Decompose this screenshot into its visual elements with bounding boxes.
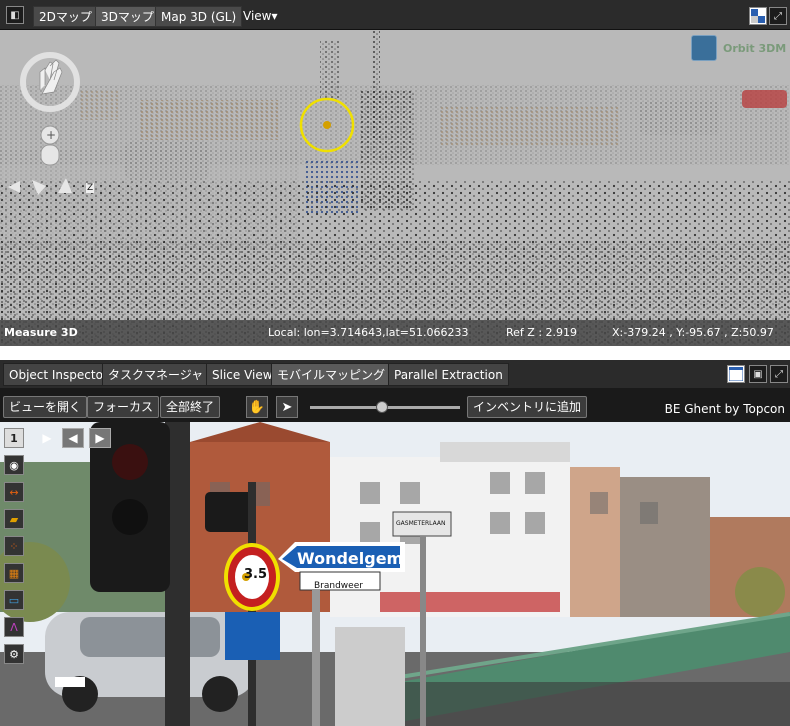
panel-divider[interactable] xyxy=(0,346,790,360)
tab-object-inspector[interactable]: Object Inspector xyxy=(3,363,114,386)
orbit-logo: Orbit 3DM xyxy=(691,35,786,61)
point-cloud-view[interactable]: + Z Orbit 3DM xyxy=(0,30,790,346)
grid-points-icon[interactable]: ⁘ xyxy=(4,536,24,556)
focus-button[interactable]: フォーカス xyxy=(87,396,160,418)
point-cloud-canvas[interactable]: + xyxy=(0,30,790,346)
direction-sign-text: Wondelgem xyxy=(297,549,404,568)
panel-toggle-icon[interactable]: ◧ xyxy=(6,6,24,24)
screen-capture-icon[interactable]: ▭ xyxy=(4,590,24,610)
orbit-logo-icon xyxy=(691,35,717,61)
play-icon[interactable]: ▶ xyxy=(36,428,58,448)
open-view-button[interactable]: ビューを開く xyxy=(3,396,88,418)
view-menu[interactable]: View▾ xyxy=(243,6,278,27)
camera-icon[interactable]: ◉ xyxy=(4,455,24,475)
tab-2d-map[interactable]: 2Dマップ xyxy=(33,6,98,27)
status-bar: Measure 3D Local: lon=3.714643,lat=51.06… xyxy=(0,320,790,346)
settings-gear-icon[interactable]: ⚙ xyxy=(4,644,24,664)
frame-number-button[interactable]: 1 xyxy=(4,428,24,448)
tab-mobile-mapping[interactable]: モバイルマッピング xyxy=(271,363,392,386)
tab-task-manager[interactable]: タスクマネージャ xyxy=(102,363,210,386)
status-local: Local: lon=3.714643,lat=51.066233 xyxy=(268,326,469,339)
svg-text:+: + xyxy=(46,128,56,142)
layout-icon[interactable] xyxy=(749,7,767,25)
next-frame-icon[interactable]: ▶ xyxy=(89,428,111,448)
layout-icon-graphic xyxy=(751,9,765,23)
fullscreen-icon[interactable]: ⤢ xyxy=(769,7,787,25)
tab-map-3d-gl[interactable]: Map 3D (GL) xyxy=(155,6,243,27)
panel-tabs: Object Inspector タスクマネージャ Slice View モバイ… xyxy=(0,360,790,388)
status-ref-z: Ref Z : 2.919 xyxy=(506,326,578,339)
measure-distance-icon[interactable]: ↔ xyxy=(4,482,24,502)
multi-select-icon[interactable]: ▦ xyxy=(4,563,24,583)
provider-label: BE Ghent by Topcon xyxy=(664,402,785,416)
app-window: ◧ 2Dマップ 3Dマップ Map 3D (GL) View▾ ⤢ + Z Or… xyxy=(0,0,790,726)
profile-icon[interactable]: Λ xyxy=(4,617,24,637)
weight-limit-value: 3.5 xyxy=(244,567,268,582)
orbit-logo-text: Orbit 3DM xyxy=(723,41,787,55)
tab-parallel-extraction[interactable]: Parallel Extraction xyxy=(388,363,509,386)
zoom-slider-icon xyxy=(40,144,60,166)
top-toolbar: ◧ 2Dマップ 3Dマップ Map 3D (GL) View▾ ⤢ xyxy=(0,0,790,30)
nav-z-label[interactable]: Z xyxy=(86,183,95,193)
tab-3d-map[interactable]: 3Dマップ xyxy=(95,6,160,27)
hand-tool-icon[interactable]: ✋ xyxy=(246,396,268,418)
street-name-sign: GASMETERLAAN xyxy=(396,520,446,527)
street-photo-view[interactable]: Wondelgem Brandweer GASMETERLAAN 3.5 xyxy=(0,422,790,726)
tab-slice-view[interactable]: Slice View xyxy=(206,363,279,386)
panel-layout-icon[interactable] xyxy=(727,365,745,383)
street-photo[interactable] xyxy=(0,422,790,726)
add-inventory-button[interactable]: インベントリに追加 xyxy=(467,396,588,418)
panel-window-icon[interactable]: ▣ xyxy=(749,365,767,383)
status-mode: Measure 3D xyxy=(4,326,78,339)
close-all-button[interactable]: 全部終了 xyxy=(160,396,221,418)
playback-slider-knob[interactable] xyxy=(376,401,388,413)
previous-frame-icon[interactable]: ◀ xyxy=(62,428,84,448)
selection-point xyxy=(323,121,331,129)
measure-area-icon[interactable]: ▰ xyxy=(4,509,24,529)
pointer-tool-icon[interactable]: ➤ xyxy=(276,396,298,418)
panel-layout-graphic xyxy=(729,367,743,381)
status-xyz: X:-379.24 , Y:-95.67 , Z:50.97 xyxy=(612,326,774,339)
direction-sign-sub: Brandweer xyxy=(314,581,363,591)
panel-fullscreen-icon[interactable]: ⤢ xyxy=(770,365,788,383)
